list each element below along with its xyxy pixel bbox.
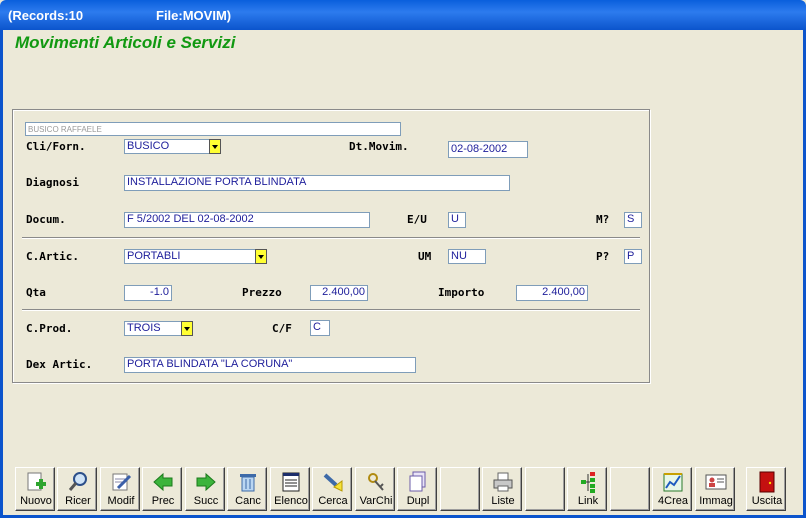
p-label: P? (596, 250, 610, 263)
prezzo-label: Prezzo (242, 286, 282, 299)
docum-field[interactable]: F 5/2002 DEL 02-08-2002 (124, 212, 370, 228)
divider (22, 309, 640, 311)
cprod-dropdown-button[interactable] (181, 321, 193, 336)
immag-label: Immag (699, 495, 733, 507)
page-title: Movimenti Articoli e Servizi (15, 33, 236, 52)
divider (22, 237, 640, 239)
cf-label: C/F (272, 322, 292, 335)
nuovo-label: Nuovo (20, 495, 52, 507)
ricer-label: Ricer (65, 495, 91, 507)
m-label: M? (596, 213, 610, 226)
cprod-label: C.Prod. (26, 322, 73, 335)
importo-label: Importo (438, 286, 485, 299)
trash-icon (240, 474, 256, 492)
window-frame-left (0, 30, 3, 518)
canc-label: Canc (235, 495, 261, 507)
empty-toolbar-button[interactable] (440, 467, 480, 511)
dupl-button[interactable]: Dupl (397, 467, 437, 511)
eu-field[interactable]: U (448, 212, 466, 228)
cerca-button[interactable]: Cerca (312, 467, 352, 511)
empty-toolbar-button[interactable] (610, 467, 650, 511)
printer-icon (493, 472, 513, 492)
ricer-button[interactable]: Ricer (57, 467, 97, 511)
new-doc-icon (27, 472, 46, 491)
cprod-combo[interactable]: TROIS (124, 321, 182, 336)
m-field[interactable]: S (624, 212, 642, 228)
modif-button[interactable]: Modif (100, 467, 140, 511)
empty-toolbar-button[interactable] (525, 467, 565, 511)
diagnosi-field[interactable]: INSTALLAZIONE PORTA BLINDATA (124, 175, 510, 191)
um-field[interactable]: NU (448, 249, 486, 264)
cartic-label: C.Artic. (26, 250, 79, 263)
records-count: (Records:10 (8, 8, 84, 23)
nuovo-button[interactable]: Nuovo (15, 467, 55, 511)
p-field[interactable]: P (624, 249, 642, 264)
diagnosi-label: Diagnosi (26, 176, 79, 189)
link-label: Link (577, 495, 599, 507)
dex-artic-label: Dex Artic. (26, 358, 93, 371)
dt-movim-field[interactable]: 02-08-2002 (448, 141, 528, 158)
canc-button[interactable]: Canc (227, 467, 267, 511)
prezzo-field[interactable]: 2.400,00 (310, 285, 368, 301)
uscita-label: Uscita (751, 495, 783, 507)
edit-icon (112, 473, 132, 491)
list-icon (282, 472, 300, 492)
4crea-button[interactable]: 4Crea (652, 467, 692, 511)
prec-label: Prec (151, 495, 175, 507)
dt-movim-label: Dt.Movim. (349, 140, 409, 153)
keys-icon (368, 473, 384, 491)
elenco-button[interactable]: Elenco (270, 467, 310, 511)
4crea-label: 4Crea (658, 495, 688, 507)
cli-forn-combo[interactable]: BUSICO (124, 139, 210, 154)
dupl-label: Dupl (406, 495, 430, 507)
docum-label: Docum. (26, 213, 66, 226)
prec-button[interactable]: Prec (142, 467, 182, 511)
cerca-label: Cerca (318, 495, 348, 507)
cli-label: Cli/Forn. (26, 140, 86, 153)
arrow-left-icon (153, 472, 173, 492)
succ-button[interactable]: Succ (185, 467, 225, 511)
chart-icon (663, 473, 683, 492)
duplicate-icon (409, 471, 426, 492)
liste-label: Liste (491, 495, 515, 507)
immag-button[interactable]: Immag (695, 467, 735, 511)
client-name-field: BUSICO RAFFAELE (25, 122, 401, 136)
cartic-dropdown-button[interactable] (255, 249, 267, 264)
link-button[interactable]: Link (567, 467, 607, 511)
file-name: File:MOVIM) (156, 8, 232, 23)
title-bar: (Records:10 File:MOVIM) (0, 0, 806, 30)
arrow-right-icon (196, 472, 216, 492)
form-panel (12, 109, 650, 383)
magnifier-icon (68, 472, 87, 491)
um-label: UM (418, 250, 432, 263)
cli-forn-dropdown-button[interactable] (209, 139, 221, 154)
dex-artic-field[interactable]: PORTA BLINDATA "LA CORUNA" (124, 357, 416, 373)
qta-label: Qta (26, 286, 46, 299)
varchi-button[interactable]: VarChi (355, 467, 395, 511)
elenco-label: Elenco (274, 495, 308, 507)
modif-label: Modif (107, 495, 135, 507)
varchi-label: VarChi (359, 495, 393, 507)
qta-field[interactable]: -1.0 (124, 285, 172, 301)
flashlight-icon (323, 473, 343, 492)
succ-label: Succ (193, 495, 219, 507)
cf-field[interactable]: C (310, 320, 330, 336)
tree-icon (581, 472, 595, 493)
liste-button[interactable]: Liste (482, 467, 522, 511)
exit-door-icon (759, 471, 775, 493)
eu-label: E/U (407, 213, 427, 226)
cartic-combo[interactable]: PORTABLI (124, 249, 256, 264)
uscita-button[interactable]: Uscita (746, 467, 786, 511)
importo-field[interactable]: 2.400,00 (516, 285, 588, 301)
id-card-icon (705, 474, 727, 490)
